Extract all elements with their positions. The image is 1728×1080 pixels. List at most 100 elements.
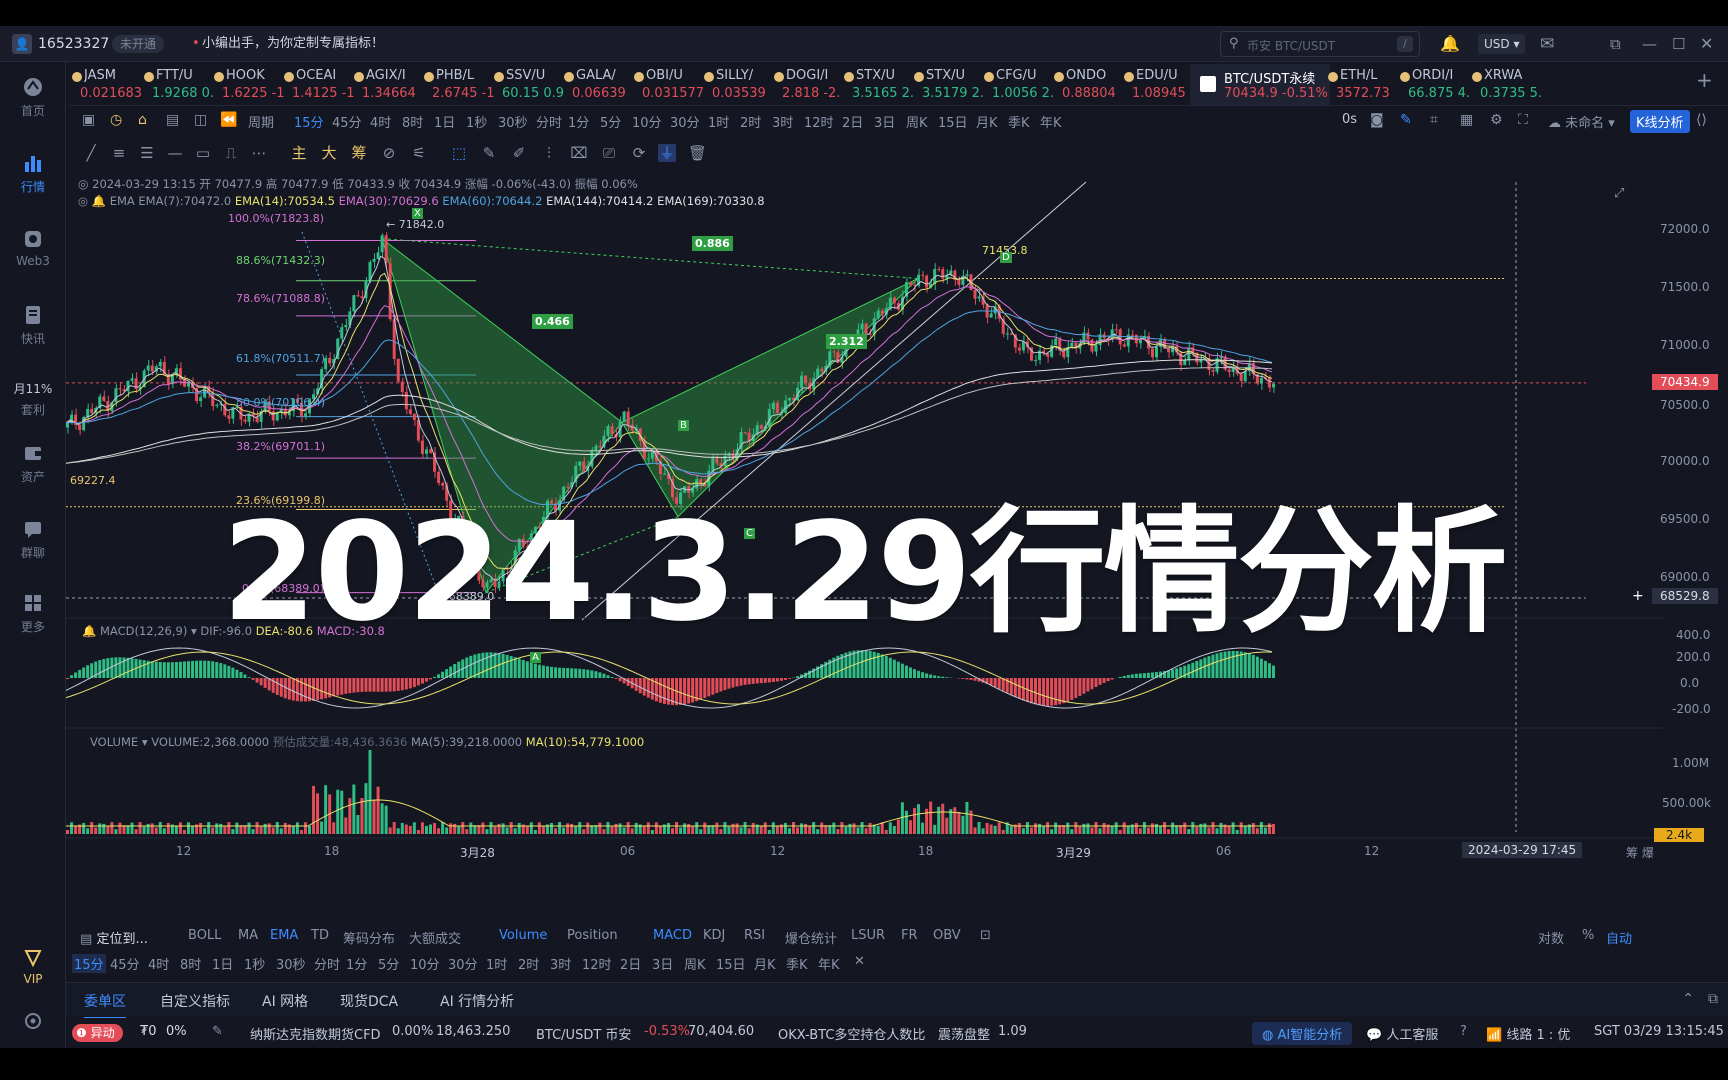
close-icon[interactable]: ✕: [1700, 26, 1713, 62]
trendline-icon[interactable]: ╱: [82, 144, 100, 162]
sidebar-item-chat[interactable]: 群聊: [0, 518, 66, 561]
ticker-tab[interactable]: CFG/U 1.0056 2.: [982, 64, 1058, 105]
ema-bell-icon[interactable]: 🔔: [92, 194, 106, 208]
period-option[interactable]: 4时: [370, 112, 391, 131]
ticker-tab[interactable]: STX/U 3.5179 2.: [912, 64, 988, 105]
ticker-tab[interactable]: JASM 0.021683: [70, 64, 146, 105]
axis-mode-option[interactable]: 自动: [1606, 928, 1632, 947]
period-option[interactable]: 12时: [804, 112, 834, 131]
dropdown-icon[interactable]: ▾: [191, 624, 197, 638]
clock-icon[interactable]: ◷: [110, 112, 122, 128]
period-option[interactable]: 分时: [536, 112, 562, 131]
ticker-tab[interactable]: DOGI/I 2.818 -2.: [772, 64, 848, 105]
locate-button[interactable]: ▤ 定位到...: [80, 928, 148, 947]
ticker-tab[interactable]: FTT/U 1.9268 0.: [142, 64, 218, 105]
fullscreen-icon[interactable]: ⛶: [1518, 112, 1528, 128]
hlines-icon[interactable]: ☰: [138, 144, 156, 162]
sidebar-item-vip[interactable]: VIP: [0, 946, 66, 986]
macd-bell-icon[interactable]: 🔔: [82, 624, 96, 638]
period-option-bottom[interactable]: 3时: [550, 954, 571, 973]
crosshair-plus-icon[interactable]: +: [1632, 588, 1644, 604]
period-option-bottom[interactable]: 1分: [346, 954, 367, 973]
period-option-bottom[interactable]: 2时: [518, 954, 539, 973]
ticker-tab[interactable]: OCEAI 1.4125 -1: [282, 64, 358, 105]
ticker-tab[interactable]: HOOK 1.6225 -1: [212, 64, 288, 105]
indicator-option[interactable]: 大额成交: [409, 928, 461, 947]
more-tools-icon[interactable]: ⋯: [250, 144, 268, 162]
period-option[interactable]: 年K: [1040, 112, 1062, 131]
ticker-tab[interactable]: XRWA 0.3735 5.: [1470, 64, 1546, 105]
ticker-tab[interactable]: GALA/0.06639: [562, 64, 638, 105]
period-option[interactable]: 30分: [670, 112, 700, 131]
period-option[interactable]: 1时: [708, 112, 729, 131]
period-option[interactable]: 15分: [294, 112, 324, 131]
period-option-bottom[interactable]: 3日: [652, 954, 673, 973]
help-icon[interactable]: ?: [1460, 1024, 1467, 1039]
indicator-option[interactable]: 爆仓统计: [785, 928, 837, 947]
period-option-bottom[interactable]: 4时: [148, 954, 169, 973]
magnet-icon[interactable]: ⟳: [630, 144, 648, 162]
period-option[interactable]: 30秒: [498, 112, 528, 131]
sidebar-item-home[interactable]: 首页: [0, 76, 66, 119]
period-option[interactable]: 10分: [632, 112, 662, 131]
indicator-option[interactable]: FR: [901, 928, 918, 943]
chip-icon[interactable]: 筹: [350, 144, 368, 162]
period-option-bottom[interactable]: 1日: [212, 954, 233, 973]
crop-icon[interactable]: ⌗: [1430, 112, 1438, 128]
dropdown-icon[interactable]: ▾: [142, 735, 148, 749]
ticker-tab[interactable]: EDU/U 1.08945 (: [1122, 64, 1198, 105]
period-option[interactable]: 1分: [568, 112, 589, 131]
period-option-bottom[interactable]: 年K: [818, 954, 840, 973]
ruler-icon[interactable]: ⎍: [222, 144, 240, 162]
panel-tab[interactable]: AI 网格: [262, 991, 308, 1011]
ticker-tab[interactable]: SSV/U 60.15 0.9: [492, 64, 568, 105]
panel-tab[interactable]: 现货DCA: [340, 991, 398, 1011]
pen-icon[interactable]: ✎: [212, 1024, 223, 1039]
panel-tab[interactable]: AI 行情分析: [440, 991, 514, 1011]
alert-icon[interactable]: ⌂: [138, 112, 147, 128]
pattern-icon[interactable]: ⫶: [540, 144, 558, 162]
period-option[interactable]: 周期: [248, 112, 274, 131]
sidebar-item-more[interactable]: 更多: [0, 592, 66, 635]
add-tab-icon[interactable]: +: [1696, 68, 1713, 92]
axis-mode-option[interactable]: %: [1582, 928, 1594, 943]
period-option-bottom[interactable]: 月K: [754, 954, 776, 973]
indicator-option[interactable]: RSI: [744, 928, 765, 943]
filter-icon[interactable]: ⏚: [658, 144, 676, 162]
pencil-icon[interactable]: ✎: [480, 144, 498, 162]
ai-analysis-button[interactable]: ◍ AI智能分析: [1252, 1022, 1353, 1045]
lock-icon[interactable]: ⌧: [570, 144, 588, 162]
trash-icon[interactable]: 🗑: [688, 144, 707, 162]
ticker-tab[interactable]: ONDO 0.88804: [1052, 64, 1128, 105]
period-option[interactable]: 15日: [938, 112, 968, 131]
minimize-icon[interactable]: —: [1642, 26, 1657, 62]
period-option-bottom[interactable]: 30秒: [276, 954, 306, 973]
panel-tab[interactable]: 委单区: [84, 991, 126, 1019]
expand-icon[interactable]: ⤢: [1614, 186, 1624, 201]
indicator-option[interactable]: BOLL: [188, 928, 221, 943]
layout-icon[interactable]: ◫: [194, 112, 207, 128]
period-option[interactable]: 8时: [402, 112, 423, 131]
visibility-icon[interactable]: ◎: [78, 194, 88, 208]
compare-icon[interactable]: ⊘: [380, 144, 398, 162]
period-option[interactable]: 周K: [906, 112, 928, 131]
popout-panel-icon[interactable]: ⧉: [1708, 991, 1718, 1007]
currency-select[interactable]: USD ▾: [1478, 34, 1526, 54]
search-input[interactable]: 币安 BTC/USDT: [1247, 37, 1335, 54]
measure-icon[interactable]: ⚟: [410, 144, 428, 162]
edit-icon[interactable]: ⎚: [600, 144, 618, 162]
horizontal-line-icon[interactable]: —: [166, 144, 184, 162]
indicator-option[interactable]: KDJ: [703, 928, 725, 943]
axis-option[interactable]: 爆: [1642, 846, 1654, 860]
period-option-bottom[interactable]: 45分: [110, 954, 140, 973]
parallel-lines-icon[interactable]: ≡: [110, 144, 128, 162]
indicator-option[interactable]: MA: [238, 928, 258, 943]
period-option[interactable]: 季K: [1008, 112, 1030, 131]
indicator-option[interactable]: MACD: [653, 928, 692, 943]
period-option[interactable]: 3时: [772, 112, 793, 131]
indicator-option[interactable]: TD: [311, 928, 329, 943]
ticker-tab[interactable]: OBI/U 0.031577: [632, 64, 708, 105]
sidebar-item-assets[interactable]: 资产: [0, 442, 66, 485]
period-option-bottom[interactable]: 30分: [448, 954, 478, 973]
customer-service-button[interactable]: 💬 人工客服: [1366, 1024, 1438, 1043]
